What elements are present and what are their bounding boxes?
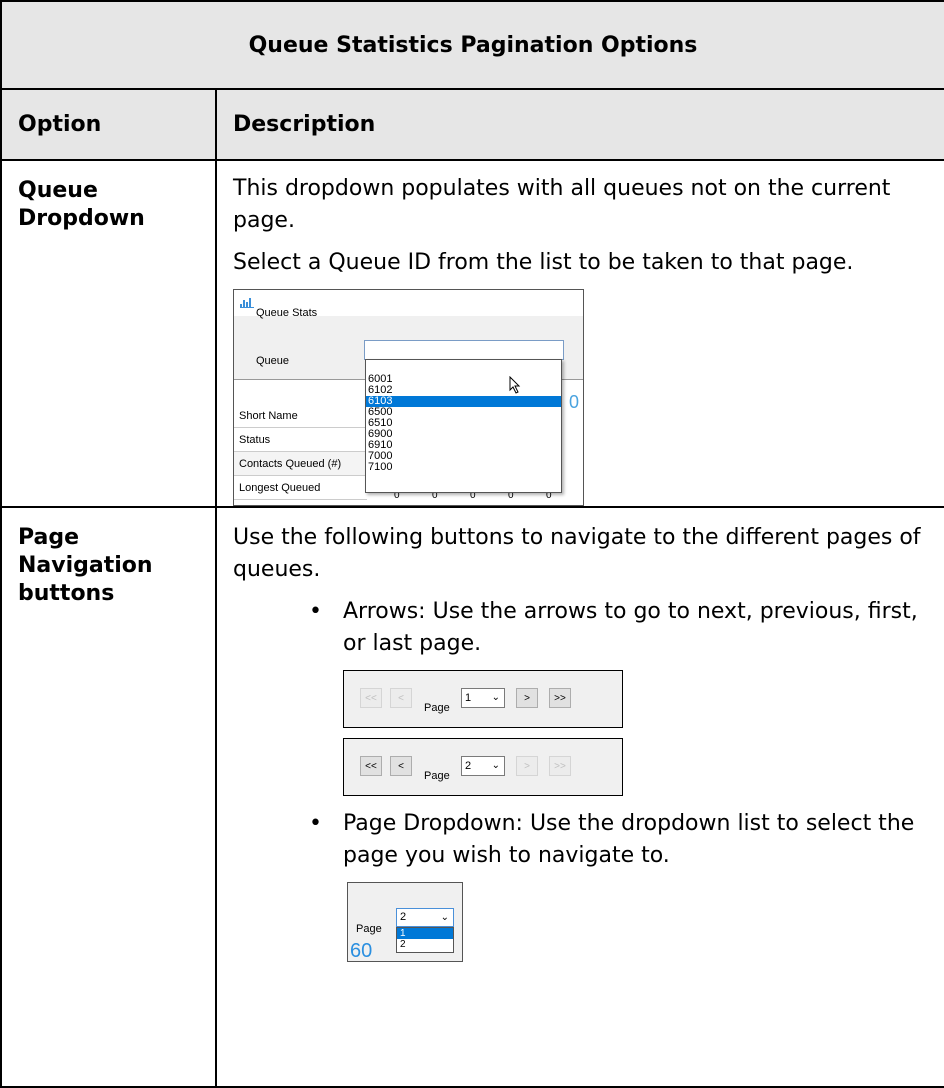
bullet-icon: • [309,599,322,624]
page-label: Page [424,770,450,782]
option-cell-queue-dropdown: Queue Dropdown [0,159,217,508]
description-paragraph: Use the following buttons to navigate to… [233,525,921,582]
bullet-item: • Page Dropdown: Use the dropdown list t… [233,808,938,872]
bullet-list: • Arrows: Use the arrows to go to next, … [233,596,938,872]
dropdown-option[interactable]: 6900 [366,429,561,440]
option-name-line: Queue [18,178,98,203]
option-name-line: Dropdown [18,206,145,231]
pager-first-page: << < Page 1 ⌄ > >> [343,670,623,728]
page-select-value: 2 [465,760,472,772]
window-titlebar: Queue Stats [234,290,583,319]
page-select[interactable]: 1 ⌄ [461,688,505,708]
first-page-button[interactable]: << [360,688,382,708]
queue-label: Queue [256,355,290,367]
grid-row-label: Short Name [234,404,367,428]
chevron-down-icon: ⌄ [491,760,500,771]
dropdown-option[interactable]: 2 [397,939,453,950]
bar-chart-icon [240,298,254,308]
previous-page-button[interactable]: < [390,688,412,708]
page-select-value: 2 [400,911,407,923]
page-select[interactable]: 2 ⌄ [396,908,454,927]
dropdown-option[interactable]: 7000 [366,451,561,462]
last-page-button[interactable]: >> [549,688,571,708]
partial-value: 60 [350,940,373,962]
bullet-text: Arrows: Use the arrows to go to next, pr… [343,599,918,656]
next-page-button[interactable]: > [516,688,538,708]
bullet-icon: • [309,811,322,836]
page-dropdown-list: 1 2 [396,927,454,953]
description-cell-page-navigation: Use the following buttons to navigate to… [214,506,944,1088]
option-name-line: buttons [18,581,115,606]
window-title: Queue Stats [256,307,318,319]
previous-page-button[interactable]: < [390,756,412,776]
next-page-button[interactable]: > [516,756,538,776]
page-select[interactable]: 2 ⌄ [461,756,505,776]
bullet-text: Page Dropdown: Use the dropdown list to … [343,811,915,868]
table-caption: Queue Statistics Pagination Options [0,0,944,90]
description-paragraph: Select a Queue ID from the list to be ta… [233,250,854,275]
last-page-button[interactable]: >> [549,756,571,776]
option-name-line: Navigation [18,553,153,578]
page-dropdown-screenshot: Page 2 ⌄ 60 1 2 [347,882,463,962]
grid-row-label: Longest Queued [234,476,367,500]
column-header-option: Option [0,88,217,161]
column-header-description: Description [214,88,944,161]
grid-row-label: Contacts Queued (#) [234,452,367,476]
mouse-pointer-icon [509,376,521,394]
option-name-line: Page [18,525,80,550]
chevron-down-icon: ⌄ [440,912,449,923]
description-cell-queue-dropdown: This dropdown populates with all queues … [214,159,944,508]
pager-last-page: << < Page 2 ⌄ > >> [343,738,623,796]
page-label: Page [424,702,450,714]
dropdown-option-selected[interactable]: 1 [397,928,453,939]
description-paragraph: This dropdown populates with all queues … [233,176,891,233]
bullet-item: • Arrows: Use the arrows to go to next, … [233,596,938,808]
dropdown-option[interactable]: 6500 [366,407,561,418]
dropdown-option[interactable]: 6910 [366,440,561,451]
partial-digit: 0 [568,392,579,412]
page-select-value: 1 [465,692,472,704]
queue-dropdown-list: 6001 6102 6103 6500 6510 6900 6910 7000 … [365,359,562,493]
option-cell-page-navigation: Page Navigation buttons [0,506,217,1088]
first-page-button[interactable]: << [360,756,382,776]
chevron-down-icon: ⌄ [491,692,500,703]
grid-row-label: Status [234,428,367,452]
dropdown-option-selected[interactable]: 6103 [366,396,561,407]
options-table: Queue Statistics Pagination Options Opti… [0,0,944,1088]
dropdown-option[interactable]: 6510 [366,418,561,429]
dropdown-option[interactable]: 7100 [366,462,561,473]
dropdown-option[interactable]: 6102 [366,385,561,396]
queue-dropdown[interactable]: ⌄ [364,340,564,365]
queue-stats-screenshot: Queue Stats Queue ⌄ Short Name Status Co… [233,289,584,506]
dropdown-option[interactable]: 6001 [366,374,561,385]
